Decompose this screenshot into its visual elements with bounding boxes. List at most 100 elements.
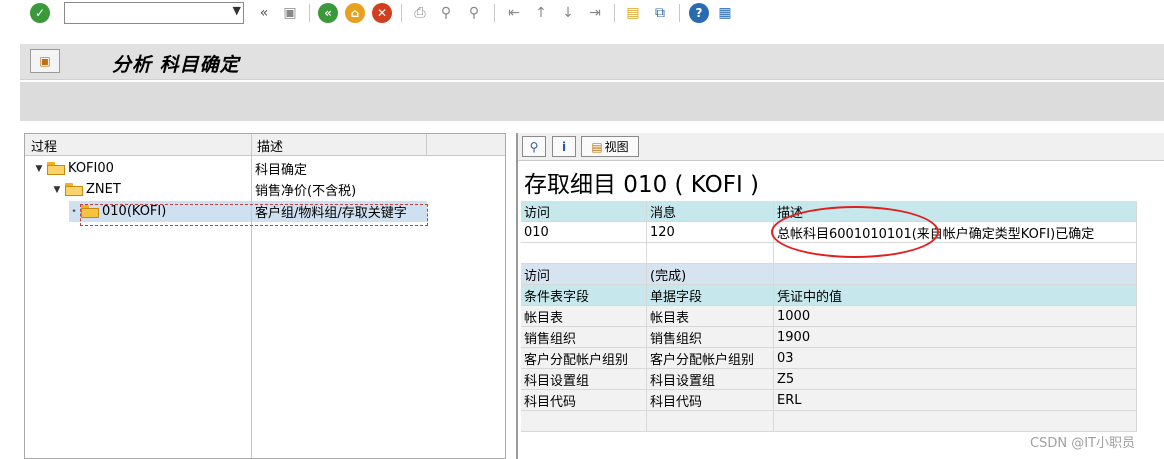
field-row[interactable]: 科目代码 科目代码 ERL <box>521 390 1137 411</box>
grid-cell <box>521 411 647 432</box>
system-toolbar: ✓ ▼ « ▣ « ⌂ ✕ ⎙ ⚲ ⚲ ⇤ ↑ ↓ ⇥ ▤ ⧉ ? ▦ <box>0 0 1164 28</box>
grid-cell: 科目代码 <box>647 390 774 411</box>
grid-header-cell: 访问 <box>521 201 647 222</box>
print-icon[interactable]: ⎙ <box>410 3 430 23</box>
grid-header-cell: (完成) <box>647 264 774 285</box>
grid-cell: ERL <box>774 390 1137 411</box>
grid-cell: 总帐科目6001010101(来自帐户确定类型KOFI)已确定 <box>774 222 1137 243</box>
grid-header-cell: 条件表字段 <box>521 285 647 306</box>
collapse-icon[interactable]: « <box>254 3 274 23</box>
tree-node-label: KOFI00 <box>68 161 114 176</box>
field-row[interactable]: 帐目表 帐目表 1000 <box>521 306 1137 327</box>
field-header-row: 条件表字段 单据字段 凭证中的值 <box>521 285 1137 306</box>
info-icon: i <box>561 139 567 154</box>
title-bar: ▣ 分析 科目确定 <box>20 44 1164 80</box>
shortcut-icon[interactable]: ⧉ <box>650 3 670 23</box>
new-session-icon[interactable]: ▤ <box>623 3 643 23</box>
grid-cell <box>774 243 1137 264</box>
back-icon[interactable]: « <box>318 3 338 23</box>
grid-cell: Z5 <box>774 369 1137 390</box>
grid-cell: 1000 <box>774 306 1137 327</box>
grid-header-cell: 单据字段 <box>647 285 774 306</box>
grid-cell: 科目设置组 <box>647 369 774 390</box>
chevron-down-icon[interactable]: ▼ <box>51 185 63 195</box>
empty-row <box>521 411 1137 432</box>
view-icon: ▤ <box>591 139 603 154</box>
exit-icon[interactable]: ⌂ <box>345 3 365 23</box>
tree-column-description[interactable]: 描述 <box>257 136 283 155</box>
grid-header-cell: 描述 <box>774 201 1137 222</box>
grid-cell: 客户分配帐户组别 <box>521 348 647 369</box>
tree-node-010-kofi[interactable]: • 010(KOFI) 客户组/物料组/存取关键字 <box>25 201 505 222</box>
grid-cell <box>774 411 1137 432</box>
grid-cell: 1900 <box>774 327 1137 348</box>
access-header-row: 访问 (完成) <box>521 264 1137 285</box>
grid-cell: 帐目表 <box>521 306 647 327</box>
chevron-down-icon[interactable]: ▼ <box>233 4 241 17</box>
field-row[interactable]: 科目设置组 科目设置组 Z5 <box>521 369 1137 390</box>
tree-node-label: ZNET <box>86 182 121 197</box>
first-page-icon[interactable]: ⇤ <box>504 3 524 23</box>
grid-cell: 客户分配帐户组别 <box>647 348 774 369</box>
tree-node-kofi00[interactable]: ▼ KOFI00 科目确定 <box>25 158 505 179</box>
tree-node-znet[interactable]: ▼ ZNET 销售净价(不含税) <box>25 179 505 200</box>
leaf-bullet-icon: • <box>71 206 77 217</box>
find-button[interactable]: ⚲ <box>522 136 546 157</box>
enter-icon[interactable]: ✓ <box>30 3 50 23</box>
tree-node-description: 科目确定 <box>255 163 308 178</box>
grid-header-cell: 消息 <box>647 201 774 222</box>
tree-node-label: 010(KOFI) <box>102 204 167 219</box>
info-button[interactable]: i <box>552 136 576 157</box>
grid-cell <box>647 243 774 264</box>
message-header-row: 访问 消息 描述 <box>521 201 1137 222</box>
grid-cell: 科目代码 <box>521 390 647 411</box>
toolbar-separator <box>679 4 680 22</box>
grid-header-cell <box>774 264 1137 285</box>
view-button-label: 视图 <box>604 140 629 154</box>
application-toolbar <box>20 82 1164 121</box>
menu-icon: ▣ <box>39 54 51 68</box>
grid-cell: 销售组织 <box>521 327 647 348</box>
command-field[interactable]: ▼ <box>64 2 244 24</box>
view-button[interactable]: ▤ 视图 <box>581 136 639 157</box>
grid-cell: 120 <box>647 222 774 243</box>
last-page-icon[interactable]: ⇥ <box>585 3 605 23</box>
folder-open-icon <box>65 183 83 196</box>
tree-column-process[interactable]: 过程 <box>31 136 57 155</box>
grid-header-cell: 访问 <box>521 264 647 285</box>
folder-open-icon <box>47 162 65 175</box>
toolbar-separator <box>309 4 310 22</box>
next-page-icon[interactable]: ↓ <box>558 3 578 23</box>
cancel-icon[interactable]: ✕ <box>372 3 392 23</box>
find-next-icon[interactable]: ⚲ <box>464 3 484 23</box>
page-title: 分析 科目确定 <box>112 54 240 76</box>
field-row[interactable]: 销售组织 销售组织 1900 <box>521 327 1137 348</box>
toolbar-separator <box>401 4 402 22</box>
toolbar-separator <box>494 4 495 22</box>
grid-cell: 科目设置组 <box>521 369 647 390</box>
watermark: CSDN @IT小职员 <box>1030 436 1135 451</box>
field-row[interactable]: 客户分配帐户组别 客户分配帐户组别 03 <box>521 348 1137 369</box>
grid-cell <box>647 411 774 432</box>
column-divider[interactable] <box>426 134 427 155</box>
grid-cell <box>521 243 647 264</box>
access-heading: 存取细目 010 ( KOFI ) <box>524 172 760 198</box>
help-icon[interactable]: ? <box>689 3 709 23</box>
grid-cell: 销售组织 <box>647 327 774 348</box>
detail-toolbar: ⚲ i ▤ 视图 <box>518 133 1164 161</box>
chevron-down-icon[interactable]: ▼ <box>33 164 45 174</box>
grid-cell: 03 <box>774 348 1137 369</box>
customize-layout-icon[interactable]: ▦ <box>715 3 735 23</box>
grid-cell: 010 <box>521 222 647 243</box>
menu-button[interactable]: ▣ <box>30 49 60 73</box>
grid-header-cell: 凭证中的值 <box>774 285 1137 306</box>
grid-cell: 帐目表 <box>647 306 774 327</box>
find-icon[interactable]: ⚲ <box>436 3 456 23</box>
message-row[interactable]: 010 120 总帐科目6001010101(来自帐户确定类型KOFI)已确定 <box>521 222 1137 243</box>
folder-icon <box>81 205 99 218</box>
toolbar-separator <box>614 4 615 22</box>
tree-node-description: 客户组/物料组/存取关键字 <box>252 201 427 222</box>
tree-header: 过程 描述 <box>25 134 505 156</box>
save-icon[interactable]: ▣ <box>280 3 300 23</box>
previous-page-icon[interactable]: ↑ <box>531 3 551 23</box>
